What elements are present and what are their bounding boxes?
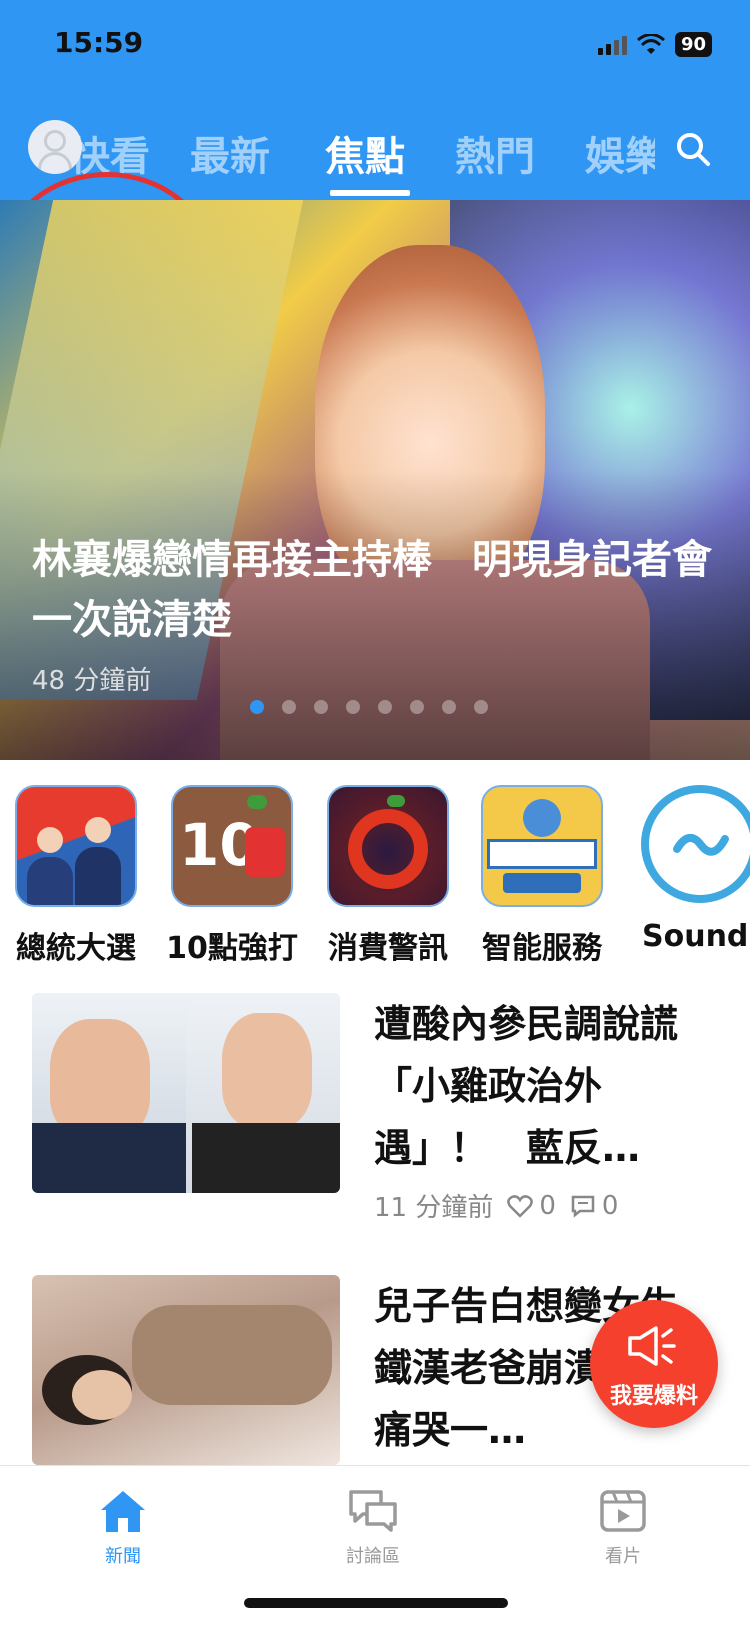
category-header: 快看 最新 焦點 熱門 娛樂 [0, 90, 750, 348]
ten-pm-icon: 10 [171, 785, 293, 907]
consumer-alert-icon [327, 785, 449, 907]
shortcut-election[interactable]: 總統大選 [0, 785, 156, 967]
shortcut-label: 10點強打 [166, 931, 298, 966]
status-time: 15:59 [54, 26, 144, 59]
carousel-dot[interactable] [250, 700, 264, 714]
chat-bubbles-icon [349, 1490, 397, 1532]
carousel-pagination [250, 700, 488, 714]
news-thumbnail [32, 993, 340, 1193]
shortcut-smart-service[interactable]: 智能服務 [462, 785, 622, 967]
comment-icon [571, 1195, 595, 1218]
hero-headline[interactable]: 林襄爆戀情再接主持棒 明現身記者會一次說清楚 [32, 530, 722, 650]
heart-icon [507, 1194, 534, 1218]
news-title[interactable]: 遭酸內參民調說謊「小雞政治外遇」！ 藍反… [374, 993, 714, 1179]
shortcut-row: 總統大選 10 10點強打 消費警訊 智能服務 Sound [0, 785, 750, 966]
shortcut-label: 智能服務 [482, 931, 602, 966]
election-icon [15, 785, 137, 907]
shortcut-consumer-alert[interactable]: 消費警訊 [308, 785, 468, 967]
wifi-icon [636, 33, 665, 54]
tab-hot[interactable]: 熱門 [455, 124, 535, 182]
shortcut-sound[interactable]: Sound [620, 785, 750, 954]
shortcut-label: 消費警訊 [328, 931, 448, 966]
like-count: 0 [539, 1190, 556, 1221]
news-thumbnail [32, 1275, 340, 1465]
report-news-button[interactable]: 我要爆料 [590, 1300, 718, 1428]
nav-label: 討論區 [346, 1546, 400, 1567]
smart-service-icon [481, 785, 603, 907]
nav-forum[interactable]: 討論區 [313, 1488, 433, 1568]
carousel-dot[interactable] [410, 700, 424, 714]
active-tab-indicator [330, 190, 410, 196]
carousel-dot[interactable] [378, 700, 392, 714]
home-indicator[interactable] [244, 1598, 508, 1608]
shortcut-label: 總統大選 [16, 931, 136, 966]
carousel-dot[interactable] [346, 700, 360, 714]
battery-indicator: 90 [674, 32, 712, 57]
tab-latest[interactable]: 最新 [190, 124, 270, 182]
report-news-label: 我要爆料 [609, 1384, 698, 1409]
carousel-dot[interactable] [314, 700, 328, 714]
nav-videos[interactable]: 看片 [563, 1488, 683, 1568]
news-timestamp: 11 分鐘前 [374, 1193, 494, 1223]
tab-entertainment[interactable]: 娛樂 [585, 124, 655, 182]
user-avatar-icon[interactable] [28, 120, 82, 174]
hero-carousel[interactable]: 林襄爆戀情再接主持棒 明現身記者會一次說清楚 48 分鐘前 [0, 200, 750, 760]
comment-count: 0 [601, 1190, 619, 1221]
megaphone-icon [628, 1326, 676, 1366]
carousel-dot[interactable] [442, 700, 456, 714]
like-counter[interactable]: 0 [507, 1191, 556, 1221]
nav-label: 新聞 [105, 1546, 141, 1567]
sound-icon [641, 785, 750, 903]
shortcut-ten-pm[interactable]: 10 10點強打 [152, 785, 312, 967]
status-bar: 15:59 90 [0, 0, 750, 90]
hero-timestamp: 48 分鐘前 [32, 666, 152, 696]
tab-focus[interactable]: 焦點 [325, 124, 405, 182]
nav-news[interactable]: 新聞 [63, 1488, 183, 1568]
carousel-dot[interactable] [282, 700, 296, 714]
carousel-dot[interactable] [474, 700, 488, 714]
comment-counter[interactable]: 0 [570, 1190, 619, 1221]
status-icons: 90 [597, 32, 712, 57]
search-icon[interactable] [674, 130, 712, 168]
news-item[interactable]: 遭酸內參民調說謊「小雞政治外遇」！ 藍反… 11 分鐘前 0 0 [0, 993, 750, 1233]
home-icon [101, 1491, 145, 1532]
signal-icon [597, 35, 627, 55]
news-meta: 11 分鐘前 0 0 [374, 1187, 618, 1224]
shortcut-label: Sound [642, 919, 749, 954]
nav-label: 看片 [605, 1546, 641, 1567]
video-clapper-icon [600, 1490, 646, 1532]
